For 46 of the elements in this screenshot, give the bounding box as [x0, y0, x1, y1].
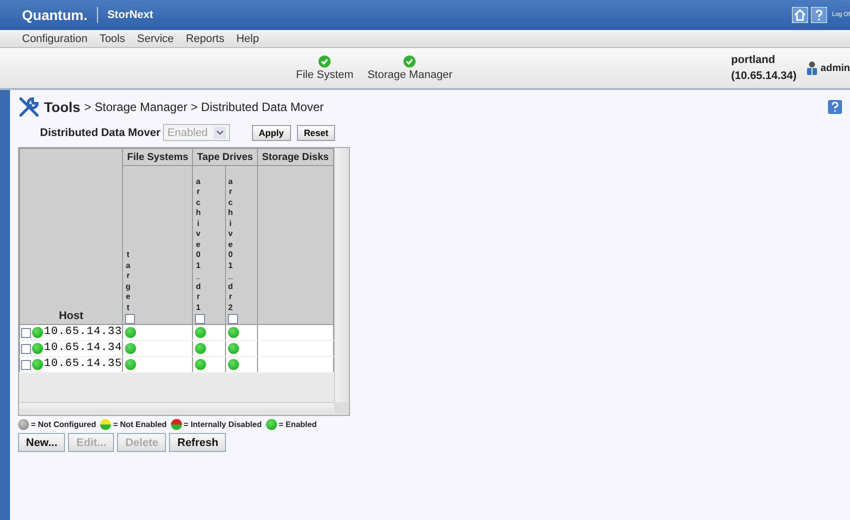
vertical-scrollbar[interactable] — [334, 148, 349, 402]
service-status[interactable]: Storage Manager — [367, 55, 452, 81]
column-group-header: Storage Disks — [257, 148, 334, 166]
checkbox[interactable] — [228, 314, 238, 324]
checkbox[interactable] — [125, 314, 136, 324]
service-status[interactable]: File System — [296, 55, 354, 81]
host-address: 10.65.14.34 — [44, 342, 122, 355]
menu-item[interactable]: Tools — [99, 32, 126, 44]
wrench-icon — [18, 96, 40, 118]
help-icon[interactable] — [828, 100, 842, 114]
menu-item[interactable]: Service — [137, 32, 174, 44]
column-group-header: Tape Drives — [192, 148, 258, 166]
host-address: 10.65.14.33 — [44, 326, 122, 339]
system-address: (10.65.14.34) — [731, 70, 797, 82]
logo: Quantum. — [22, 7, 98, 23]
system-name: portland — [731, 54, 776, 66]
help-icon[interactable] — [810, 7, 827, 23]
column-group-header: File Systems — [122, 148, 193, 166]
checkbox[interactable] — [21, 328, 31, 338]
menu-item[interactable]: Configuration — [22, 32, 88, 44]
setting-label: Distributed Data Mover — [40, 126, 160, 138]
checkbox[interactable] — [195, 314, 206, 324]
menu-item[interactable]: Help — [236, 32, 259, 44]
host-address: 10.65.14.35 — [44, 358, 122, 371]
home-icon[interactable] — [792, 7, 808, 23]
column-header: Host — [20, 148, 123, 324]
column-header: target — [125, 250, 132, 313]
horizontal-scrollbar[interactable] — [19, 402, 334, 415]
caret-icon — [214, 126, 226, 138]
checkbox[interactable] — [21, 344, 31, 354]
menu-item[interactable]: Reports — [186, 32, 224, 44]
checkbox[interactable] — [21, 360, 31, 370]
product-name: StorNext — [106, 9, 154, 21]
legend-label: = Not Configured — [31, 420, 96, 429]
column-header: archive01_dr1 — [195, 176, 202, 313]
legend-label: = Not Enabled — [113, 420, 167, 429]
breadcrumb-root: Tools — [44, 99, 80, 115]
action-button[interactable]: Refresh — [169, 433, 226, 452]
breadcrumb-path: > Storage Manager > Distributed Data Mover — [84, 100, 324, 114]
user-icon — [806, 61, 818, 75]
scrollbar-corner — [334, 402, 349, 415]
user-name: admin — [820, 62, 850, 74]
column-header: archive01_dr2 — [228, 176, 234, 313]
action-button[interactable]: New... — [18, 433, 66, 452]
legend-label: = Enabled — [278, 420, 317, 429]
legend-label: = Internally Disabled — [184, 420, 262, 429]
